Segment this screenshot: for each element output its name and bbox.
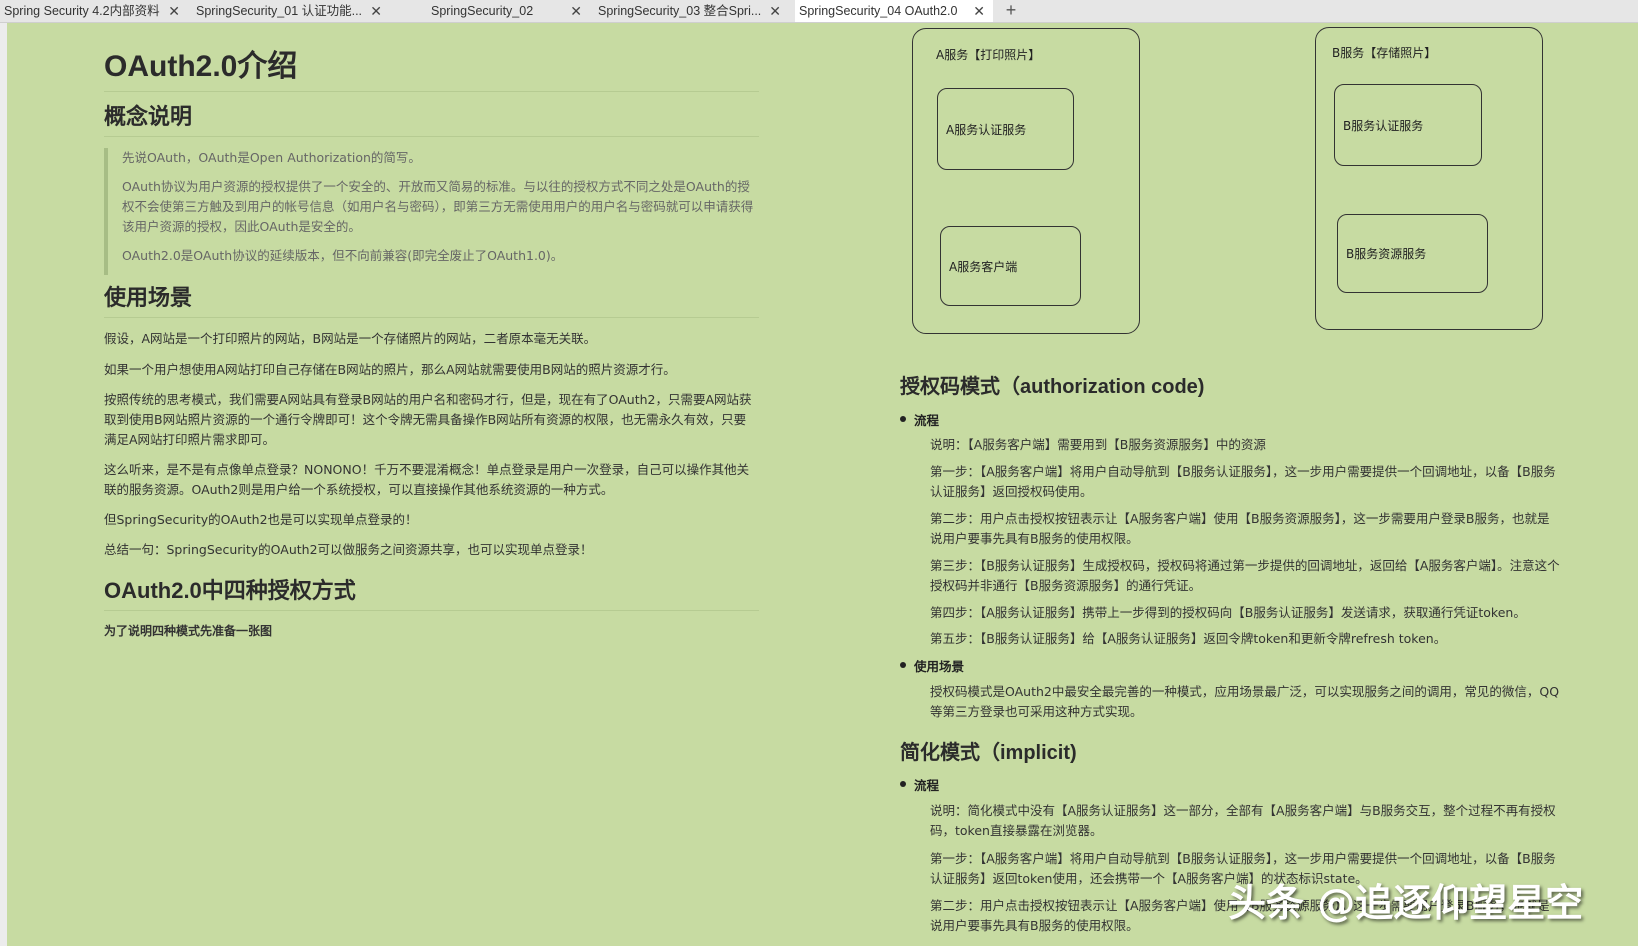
quote-paragraph: OAuth2.0是OAuth协议的延续版本，但不向前兼容(即完全废止了OAuth… [122, 248, 564, 263]
close-icon[interactable]: ✕ [973, 0, 985, 22]
authcode-paragraph: 第四步：【A服务认证服务】携带上一步得到的授权码向【B服务认证服务】发送请求，获… [930, 605, 1526, 620]
implicit-paragraph: 说明：简化模式中没有【A服务认证服务】这一部分，全部有【A服务客户端】与B服务交… [930, 803, 1556, 838]
authcode-paragraph: 第三步：【B服务认证服务】生成授权码，授权码将通过第一步提供的回调地址，返回给【… [930, 558, 1560, 593]
scenario-paragraph: 总结一句：SpringSecurity的OAuth2可以做服务之间资源共享，也可… [104, 542, 593, 557]
service-a-client-box: A服务客户端 [940, 226, 1081, 306]
scenario-heading: 使用场景 [104, 280, 759, 318]
service-a-title: A服务【打印照片】 [936, 48, 1041, 62]
tab-springsecurity-03[interactable]: SpringSecurity_03 整合Spri... ✕ [594, 0, 789, 22]
tab-label: SpringSecurity_02 [431, 4, 534, 18]
concept-blockquote: 先说OAuth，OAuth是Open Authorization的简写。 OAu… [104, 148, 762, 275]
authcode-paragraph: 说明：【A服务客户端】需要用到【B服务资源服务】中的资源 [930, 437, 1266, 452]
authcode-paragraph: 第五步：【B服务认证服务】给【A服务认证服务】返回令牌token和更新令牌ref… [930, 631, 1447, 646]
four-modes-heading: OAuth2.0中四种授权方式 [104, 573, 759, 611]
plus-icon[interactable]: + [1000, 0, 1022, 22]
tab-bar: Spring Security 4.2内部资料 ✕ SpringSecurity… [0, 0, 1638, 23]
close-icon[interactable]: ✕ [370, 0, 382, 22]
scenario-paragraph: 如果一个用户想使用A网站打印自己存储在B网站的照片，那么A网站就需要使用B网站的… [104, 362, 676, 377]
oauth-diagram: A服务【打印照片】 A服务认证服务 A服务客户端 B服务【存储照片】 B服务认证… [900, 23, 1560, 343]
tab-springsecurity-04[interactable]: SpringSecurity_04 OAuth2.0 ✕ [795, 0, 993, 22]
service-b-title: B服务【存储照片】 [1332, 46, 1437, 60]
page-title: OAuth2.0介绍 [104, 41, 759, 92]
service-b-resource-box: B服务资源服务 [1337, 214, 1488, 293]
left-gutter [0, 23, 7, 946]
concept-heading: 概念说明 [104, 99, 759, 137]
implicit-heading: 简化模式（implicit) [900, 742, 1077, 764]
close-icon[interactable]: ✕ [769, 0, 781, 22]
scenario-paragraph: 按照传统的思考模式，我们需要A网站具有登录B网站的用户名和密码才行，但是，现在有… [104, 392, 752, 447]
tab-spring-security-42[interactable]: Spring Security 4.2内部资料 ✕ [0, 0, 188, 22]
authcode-paragraph: 第一步：【A服务客户端】将用户自动导航到【B服务认证服务】，这一步用户需要提供一… [930, 464, 1556, 499]
four-modes-note: 为了说明四种模式先准备一张图 [104, 624, 273, 638]
tab-springsecurity-02[interactable]: SpringSecurity_02 ✕ [394, 0, 590, 22]
usage-paragraph: 授权码模式是OAuth2中最安全最完善的一种模式，应用场景最广泛，可以实现服务之… [930, 684, 1560, 719]
scenario-paragraph: 这么听来，是不是有点像单点登录？NONONO！千万不要混淆概念！单点登录是用户一… [104, 462, 750, 497]
tab-label: SpringSecurity_03 整合Spri... [598, 4, 762, 18]
authcode-paragraph: 第二步：用户点击授权按钮表示让【A服务客户端】使用【B服务资源服务】，这一步需要… [930, 511, 1550, 546]
quote-paragraph: OAuth协议为用户资源的授权提供了一个安全的、开放而又简易的标准。与以往的授权… [122, 179, 754, 234]
usage-bullet: 使用场景 [899, 656, 964, 675]
close-icon[interactable]: ✕ [570, 0, 582, 22]
authcode-heading: 授权码模式（authorization code) [900, 376, 1205, 398]
flow-bullet: 流程 [899, 410, 939, 429]
quote-paragraph: 先说OAuth，OAuth是Open Authorization的简写。 [122, 150, 421, 165]
service-b-auth-box: B服务认证服务 [1334, 84, 1482, 166]
implicit-flow-bullet: 流程 [899, 775, 939, 794]
scenario-paragraph: 假设，A网站是一个打印照片的网站，B网站是一个存储照片的网站，二者原本毫无关联。 [104, 331, 597, 346]
close-icon[interactable]: ✕ [168, 0, 180, 22]
tab-springsecurity-01[interactable]: SpringSecurity_01 认证功能... ✕ [192, 0, 390, 22]
tab-label: SpringSecurity_04 OAuth2.0 [799, 4, 958, 18]
watermark: 头条 @追逐仰望星空 [1228, 881, 1584, 925]
tab-label: SpringSecurity_01 认证功能... [196, 4, 363, 18]
service-a-auth-box: A服务认证服务 [937, 88, 1074, 170]
tab-label: Spring Security 4.2内部资料 [4, 4, 160, 18]
scenario-paragraph: 但SpringSecurity的OAuth2也是可以实现单点登录的！ [104, 512, 418, 527]
